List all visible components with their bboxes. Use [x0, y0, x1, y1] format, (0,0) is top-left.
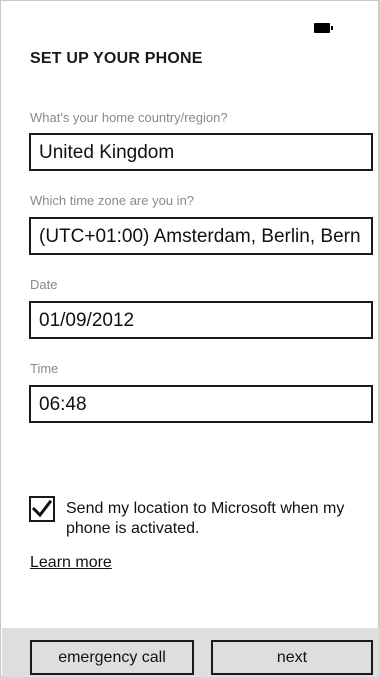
battery-body: [314, 23, 330, 33]
checkmark-icon: [32, 499, 52, 518]
next-button[interactable]: next: [211, 640, 373, 675]
time-value: 06:48: [39, 394, 87, 415]
country-label: What's your home country/region?: [30, 110, 228, 125]
send-location-option: Send my location to Microsoft when my ph…: [29, 494, 359, 544]
time-label: Time: [30, 361, 59, 376]
time-picker[interactable]: 06:48: [29, 385, 373, 423]
phone-screen: SET UP YOUR PHONE What's your home count…: [0, 0, 379, 677]
battery-icon: [314, 23, 334, 33]
learn-more-link[interactable]: Learn more: [30, 554, 112, 572]
timezone-value: (UTC+01:00) Amsterdam, Berlin, Bern: [39, 226, 361, 247]
country-picker[interactable]: United Kingdom: [29, 133, 373, 171]
app-bar: emergency call next: [2, 628, 379, 677]
emergency-call-button[interactable]: emergency call: [30, 640, 194, 675]
send-location-label[interactable]: Send my location to Microsoft when my ph…: [66, 499, 366, 539]
page-title: SET UP YOUR PHONE: [30, 50, 203, 67]
status-bar: [1, 1, 379, 41]
timezone-picker[interactable]: (UTC+01:00) Amsterdam, Berlin, Bern: [29, 217, 373, 255]
date-label: Date: [30, 277, 58, 292]
battery-tip: [331, 26, 333, 30]
date-value: 01/09/2012: [39, 310, 135, 331]
timezone-label: Which time zone are you in?: [30, 193, 195, 208]
date-picker[interactable]: 01/09/2012: [29, 301, 373, 339]
country-value: United Kingdom: [39, 142, 175, 163]
send-location-checkbox[interactable]: [29, 496, 55, 522]
